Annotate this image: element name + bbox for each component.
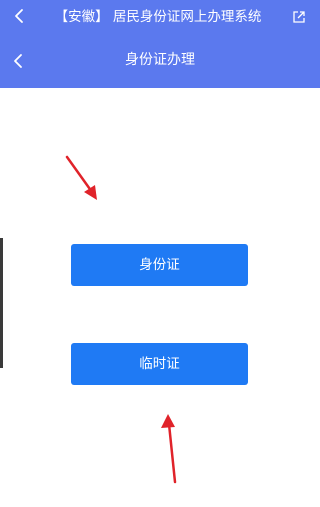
down-right-arrow-annotation [65,155,97,200]
back-button[interactable] [6,49,30,73]
id-card-button[interactable]: 身份证 [71,244,248,286]
share-icon [293,11,305,23]
temporary-id-button[interactable]: 临时证 [71,343,248,385]
side-scroll-handle[interactable] [0,238,3,368]
up-arrow-annotation [161,414,177,484]
chevron-left-icon [14,54,22,68]
system-back-button[interactable] [8,5,30,27]
system-title: 【安徽】 居民身份证网上办理系统 [54,9,262,25]
page-header: 身份证办理 [0,34,320,88]
system-title-bar: 【安徽】 居民身份证网上办理系统 [0,0,320,34]
chevron-left-icon [15,9,23,23]
share-button[interactable] [290,8,308,26]
page-title: 身份证办理 [125,52,195,68]
